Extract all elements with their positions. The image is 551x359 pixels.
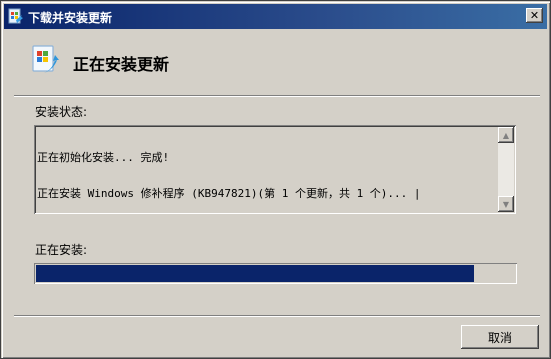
windows-update-icon <box>32 45 59 73</box>
arrow-up-icon: ▲ <box>502 130 510 140</box>
cancel-button[interactable]: 取消 <box>461 325 539 349</box>
close-icon: ✕ <box>529 9 540 22</box>
cancel-button-label: 取消 <box>487 330 512 345</box>
footer-divider <box>14 315 540 317</box>
status-log[interactable]: 正在初始化安装... 完成! 正在安装 Windows 修补程序 (KB9478… <box>34 125 516 214</box>
installer-window: 下载并安装更新 ✕ 正在安装更新 安装状态: 正在初始化安装... 完成! 正在… <box>0 0 551 359</box>
scroll-up-button[interactable]: ▲ <box>498 127 514 143</box>
scroll-down-button[interactable]: ▼ <box>498 196 514 212</box>
log-line: 正在安装 Windows 修补程序 (KB947821)(第 1 个更新，共 1… <box>37 187 421 200</box>
log-line: 正在初始化安装... 完成! <box>37 151 170 164</box>
progress-label: 正在安装: <box>35 243 88 257</box>
vertical-scrollbar[interactable]: ▲ ▼ <box>498 127 514 212</box>
title-bar[interactable]: 下载并安装更新 ✕ <box>4 4 547 29</box>
progress-bar <box>34 263 517 284</box>
arrow-down-icon: ▼ <box>502 199 510 209</box>
window-title: 下载并安装更新 <box>28 11 113 25</box>
progress-bar-fill <box>36 265 474 282</box>
close-button[interactable]: ✕ <box>526 8 543 23</box>
status-label: 安装状态: <box>35 105 88 119</box>
page-title: 正在安装更新 <box>73 55 170 74</box>
status-log-text: 正在初始化安装... 完成! 正在安装 Windows 修补程序 (KB9478… <box>37 128 495 224</box>
header-divider <box>14 95 540 97</box>
windows-update-icon <box>8 8 23 24</box>
